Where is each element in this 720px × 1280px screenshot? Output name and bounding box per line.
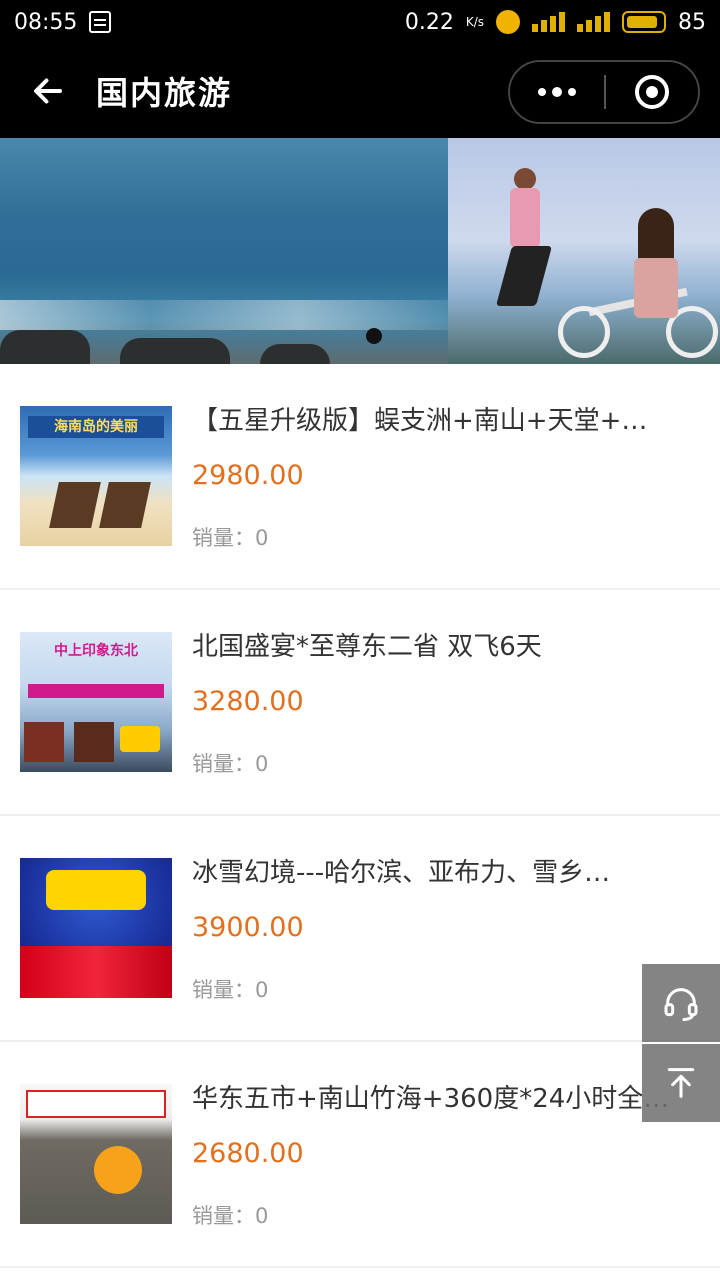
back-button[interactable] — [16, 44, 80, 138]
carousel-indicator — [366, 328, 382, 344]
product-thumbnail[interactable]: 海南岛的美丽 — [20, 406, 172, 546]
product-list: 海南岛的美丽 【五星升级版】蜈支洲+南山+天堂+… 2980.00 销量：0 中… — [0, 364, 720, 1268]
network-speed-unit: K/s — [465, 15, 484, 29]
notification-icon — [89, 11, 112, 33]
title-bar: 国内旅游 — [0, 44, 720, 138]
product-thumbnail[interactable]: 中上印象东北 — [20, 632, 172, 772]
product-item[interactable]: 海南岛的美丽 【五星升级版】蜈支洲+南山+天堂+… 2980.00 销量：0 — [0, 364, 720, 590]
product-item[interactable]: 中上印象东北 北国盛宴*至尊东二省 双飞6天 3280.00 销量：0 — [0, 590, 720, 816]
product-name[interactable]: 【五星升级版】蜈支洲+南山+天堂+… — [192, 400, 678, 437]
product-thumbnail[interactable] — [20, 858, 172, 998]
signal-icon — [532, 12, 565, 32]
more-button[interactable] — [510, 62, 604, 122]
carousel-dot[interactable] — [366, 328, 382, 344]
product-price: 2980.00 — [192, 460, 304, 491]
product-item[interactable]: 华东五市+南山竹海+360度*24小时全… 2680.00 销量：0 — [0, 1042, 720, 1268]
close-button[interactable] — [606, 62, 698, 122]
back-to-top-icon — [667, 1068, 695, 1098]
headset-icon — [664, 988, 698, 1022]
banner-slide-couple[interactable] — [448, 138, 720, 364]
status-right: 0.22 K/s 85 — [405, 10, 706, 35]
product-price: 3900.00 — [192, 912, 304, 943]
status-time: 08:55 — [14, 9, 78, 35]
product-name[interactable]: 北国盛宴*至尊东二省 双飞6天 — [192, 626, 678, 663]
battery-level: 85 — [678, 9, 706, 35]
back-to-top-button[interactable] — [642, 1044, 720, 1122]
customer-service-button[interactable] — [642, 964, 720, 1042]
product-price: 3280.00 — [192, 686, 304, 717]
product-price: 2680.00 — [192, 1138, 304, 1169]
product-item[interactable]: 冰雪幻境---哈尔滨、亚布力、雪乡… 3900.00 销量：0 — [0, 816, 720, 1042]
product-sales: 销量：0 — [192, 978, 269, 1002]
status-bar: 08:55 0.22 K/s 85 — [0, 0, 720, 44]
mini-program-capsule — [508, 60, 700, 124]
alarm-icon — [496, 10, 520, 34]
product-name[interactable]: 冰雪幻境---哈尔滨、亚布力、雪乡… — [192, 852, 678, 889]
signal-2-icon — [577, 12, 610, 32]
close-target-icon — [635, 75, 669, 109]
product-name[interactable]: 华东五市+南山竹海+360度*24小时全… — [192, 1078, 678, 1115]
page-title: 国内旅游 — [96, 74, 233, 112]
network-speed: 0.22 — [404, 9, 454, 35]
product-sales: 销量：0 — [192, 526, 269, 550]
product-sales: 销量：0 — [192, 752, 269, 776]
product-thumbnail[interactable] — [20, 1084, 172, 1224]
product-sales: 销量：0 — [192, 1204, 269, 1228]
back-arrow-icon — [34, 78, 62, 104]
battery-icon — [622, 11, 666, 33]
status-left: 08:55 — [14, 9, 112, 35]
banner-carousel[interactable] — [0, 138, 720, 364]
